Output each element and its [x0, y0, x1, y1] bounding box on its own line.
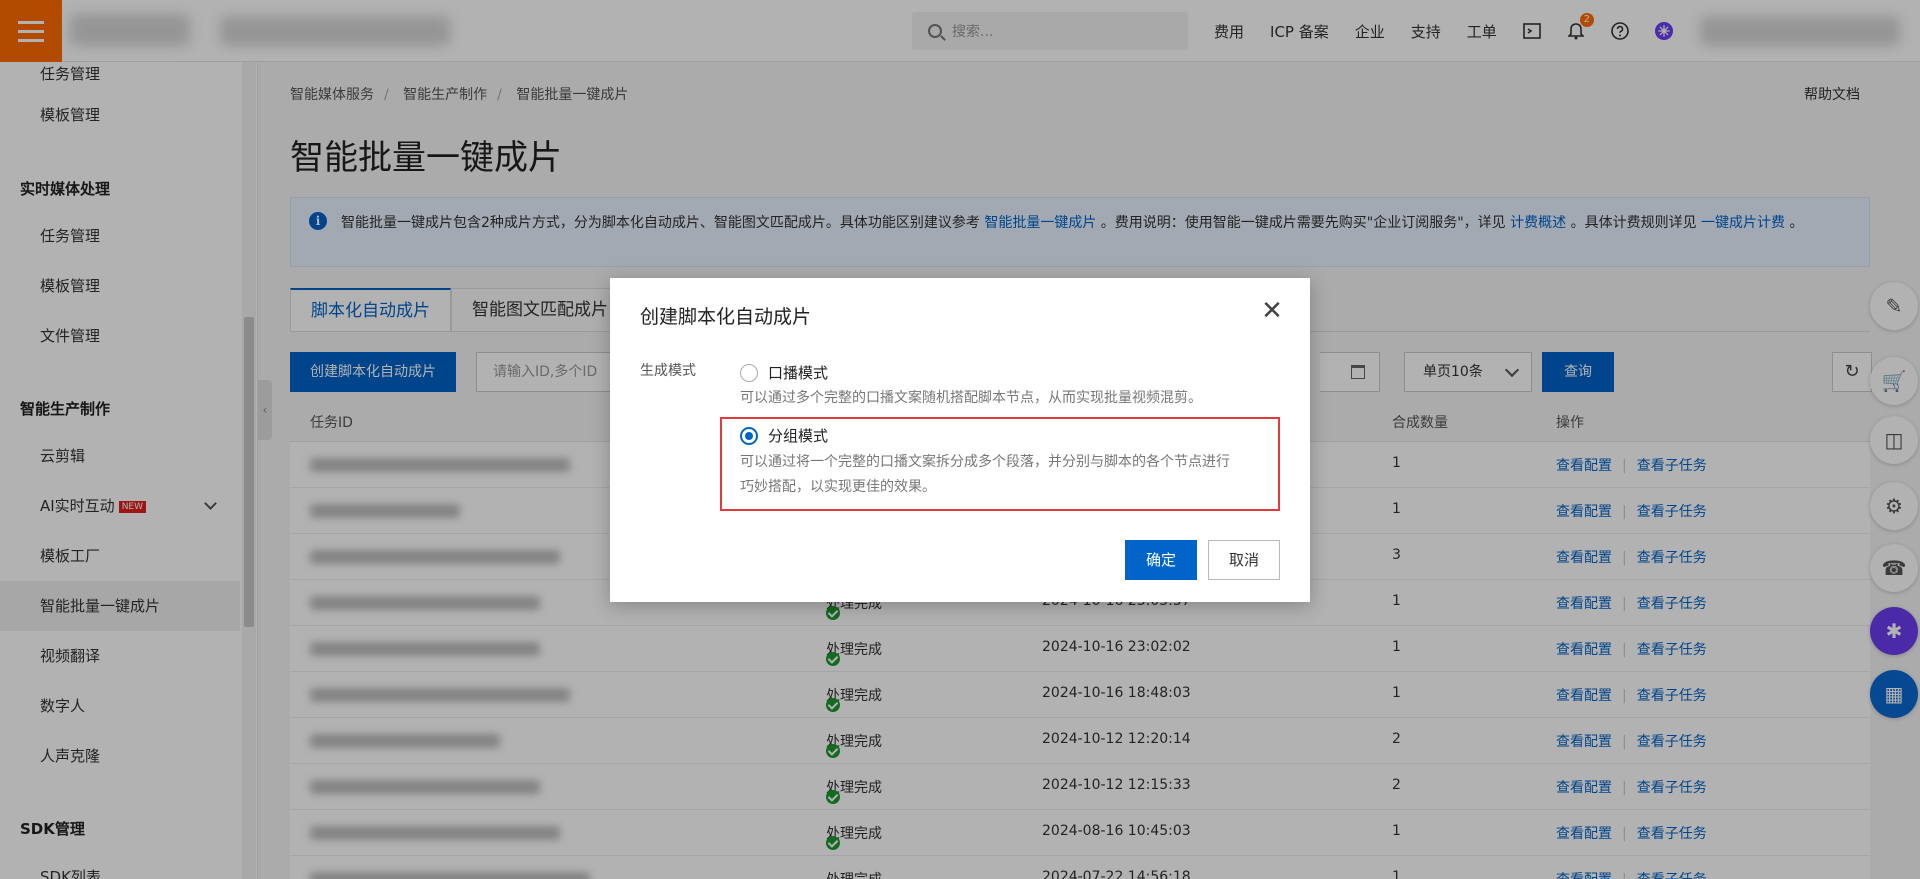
- radio-checked[interactable]: [740, 426, 758, 445]
- confirm-button[interactable]: 确定: [1125, 540, 1197, 580]
- option-description: 巧妙搭配，以实现更佳的效果。: [740, 479, 936, 495]
- option-description: 可以通过将一个完整的口播文案拆分成多个段落，并分别与脚本的各个节点进行: [740, 454, 1230, 470]
- option-description: 可以通过多个完整的口播文案随机搭配脚本节点，从而实现批量视频混剪。: [740, 390, 1202, 406]
- radio-group-mode[interactable]: 分组模式: [740, 425, 828, 446]
- generate-mode-label: 生成模式: [640, 363, 696, 379]
- option-label: 分组模式: [768, 427, 829, 445]
- close-icon[interactable]: ✕: [1260, 298, 1284, 324]
- create-dialog: 创建脚本化自动成片 ✕ 生成模式 口播模式 可以通过多个完整的口播文案随机搭配脚…: [610, 278, 1310, 602]
- radio-unchecked[interactable]: [740, 363, 758, 382]
- dialog-title: 创建脚本化自动成片: [640, 306, 812, 328]
- radio-broadcast-mode[interactable]: 口播模式: [740, 362, 828, 383]
- cancel-button[interactable]: 取消: [1208, 540, 1280, 580]
- option-label: 口播模式: [768, 364, 829, 382]
